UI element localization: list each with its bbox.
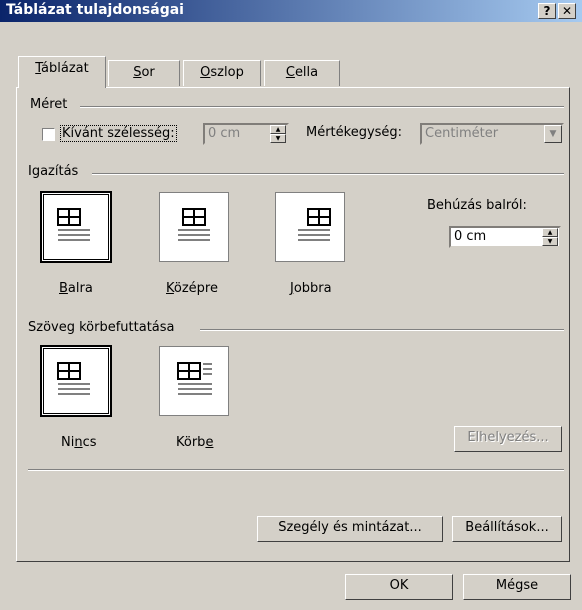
alignment-group-label: Igazítás: [28, 164, 79, 179]
unit-dropdown-icon[interactable]: ▼: [544, 125, 562, 143]
wrap-around-option[interactable]: [159, 346, 229, 416]
align-left-label: Balra: [59, 281, 93, 296]
tab-row[interactable]: Sor: [108, 60, 180, 86]
position-button[interactable]: Elhelyezés...: [454, 426, 562, 452]
size-group-label: Méret: [30, 97, 68, 112]
tab-table[interactable]: Táblázat: [18, 56, 106, 88]
width-spinner[interactable]: ▲ ▼: [270, 125, 286, 143]
unit-value: Centiméter: [425, 126, 499, 141]
wrap-none-icon: [57, 362, 90, 395]
indent-value: 0 cm: [454, 229, 487, 244]
width-value: 0 cm: [208, 126, 241, 141]
indent-label: Behúzás balról:: [427, 198, 527, 213]
borders-shading-label: Szegély és mintázat...: [278, 520, 422, 535]
borders-shading-button[interactable]: Szegély és mintázat...: [257, 516, 443, 542]
wrap-around-label: Körbe: [176, 435, 214, 450]
align-right-option[interactable]: [275, 192, 345, 262]
wrap-none-option[interactable]: [40, 345, 112, 417]
preferred-width-label: Kívánt szélesség:: [60, 125, 177, 142]
alignment-divider: [92, 173, 564, 175]
title-bar: Táblázat tulajdonságai ? ✕: [0, 0, 582, 22]
align-center-icon: [178, 208, 210, 241]
indent-spinner[interactable]: ▲ ▼: [542, 228, 558, 246]
close-button[interactable]: ✕: [558, 3, 576, 19]
bottom-divider: [28, 469, 564, 471]
help-button[interactable]: ?: [538, 3, 556, 19]
align-left-icon: [57, 208, 90, 241]
align-center-label: Középre: [166, 281, 218, 296]
cancel-button[interactable]: Mégse: [463, 574, 571, 600]
align-left-option[interactable]: [40, 191, 112, 263]
align-center-option[interactable]: [159, 192, 229, 262]
options-button[interactable]: Beállítások...: [452, 516, 562, 542]
size-divider: [80, 106, 564, 108]
wrap-none-label: Nincs: [61, 435, 97, 450]
unit-select[interactable]: Centiméter: [420, 123, 564, 145]
align-right-label: Jobbra: [290, 281, 332, 296]
preferred-width-checkbox[interactable]: [42, 128, 55, 141]
options-label: Beállítások...: [465, 520, 549, 535]
align-right-icon: [298, 208, 331, 241]
unit-label: Mértékegység:: [306, 125, 403, 140]
dialog-title: Táblázat tulajdonságai: [6, 2, 184, 18]
wrapping-group-label: Szöveg körbefuttatása: [28, 320, 175, 335]
tab-column[interactable]: Oszlop: [183, 60, 261, 86]
wrap-around-icon: [177, 362, 212, 395]
tab-cell[interactable]: Cella: [264, 60, 340, 86]
ok-button[interactable]: OK: [345, 574, 453, 600]
wrapping-divider: [200, 329, 564, 331]
